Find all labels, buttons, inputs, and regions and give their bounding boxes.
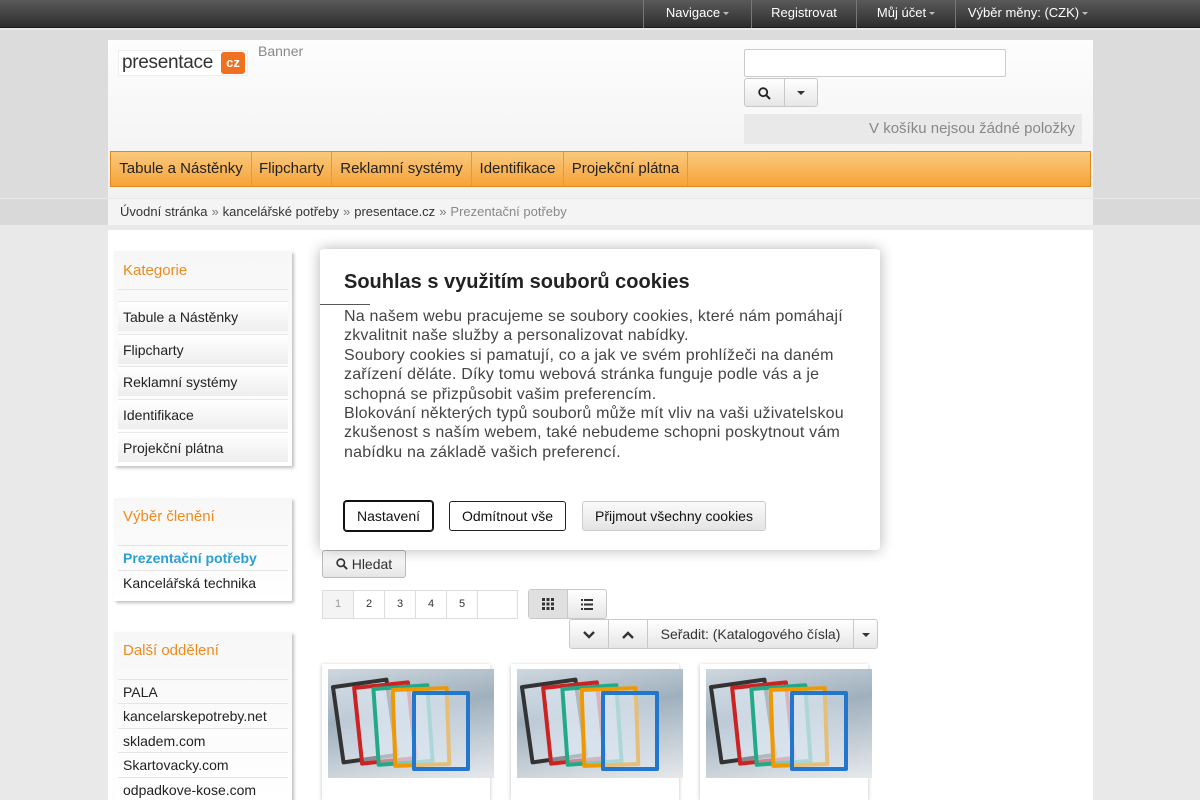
top-bar: Navigace Registrovat Můj účet Výběr měny… <box>0 0 1200 28</box>
list-view-button[interactable] <box>568 590 606 618</box>
navigation-menu[interactable]: Navigace <box>643 0 751 28</box>
category-item[interactable]: Identifikace <box>118 399 288 429</box>
other-departments-panel: Další oddělení PALA kancelarskepotreby.n… <box>114 632 292 800</box>
category-item[interactable]: Flipcharty <box>118 334 288 364</box>
nav-item-flipcharty[interactable]: Flipcharty <box>252 152 332 186</box>
selection-item-active[interactable]: Prezentační potřeby <box>118 545 288 569</box>
breadcrumb-separator: » <box>439 204 447 219</box>
product-card[interactable] <box>322 664 494 800</box>
sort-ascending-button[interactable] <box>609 620 648 648</box>
cookie-reject-button[interactable]: Odmítnout vše <box>449 501 566 531</box>
search-icon <box>758 87 771 100</box>
frame-shape <box>790 691 848 771</box>
search-products-label: Hledat <box>351 556 393 572</box>
product-image <box>706 669 872 778</box>
breadcrumb-current: Prezentační potřeby <box>450 204 567 219</box>
nav-item-identifikace[interactable]: Identifikace <box>472 152 564 186</box>
department-link[interactable]: Skartovacky.com <box>118 752 288 776</box>
product-image <box>328 669 494 778</box>
chevron-up-icon <box>622 631 634 640</box>
navigation-label: Navigace <box>665 5 721 20</box>
view-toggle-group <box>528 589 607 619</box>
currency-label: Výběr měny: (CZK) <box>967 5 1080 20</box>
breadcrumb-home[interactable]: Úvodní stránka <box>120 204 207 219</box>
page-link[interactable]: 2 <box>354 591 385 618</box>
category-item[interactable]: Reklamní systémy <box>118 366 288 396</box>
selection-item[interactable]: Kancelářská technika <box>118 570 288 594</box>
breadcrumb-item[interactable]: kancelářské potřeby <box>223 204 339 219</box>
department-link[interactable]: odpadkove-kose.com <box>118 777 288 800</box>
search-options-toggle[interactable] <box>785 79 817 106</box>
search-icon <box>336 558 348 570</box>
selection-panel: Výběr členění Prezentační potřeby Kancel… <box>114 498 292 601</box>
title-underline <box>320 304 370 305</box>
account-label: Můj účet <box>876 5 927 20</box>
chevron-down-icon <box>861 633 870 638</box>
department-link[interactable]: kancelarskepotreby.net <box>118 703 288 727</box>
breadcrumb-separator: » <box>211 204 219 219</box>
pagination: 1 2 3 4 5 <box>322 590 518 619</box>
page-link[interactable]: 5 <box>447 591 478 618</box>
nav-item-tabule[interactable]: Tabule a Nástěnky <box>111 152 252 186</box>
category-item[interactable]: Projekční plátna <box>118 432 288 462</box>
cart-summary[interactable]: V košíku nejsou žádné položky <box>744 114 1082 144</box>
cookie-settings-button[interactable]: Nastavení <box>344 501 433 531</box>
cookie-consent-dialog: Souhlas s využitím souborů cookies Na na… <box>320 249 880 550</box>
department-link[interactable]: PALA <box>118 679 288 703</box>
cookie-accept-button[interactable]: Přijmout všechny cookies <box>582 501 766 531</box>
banner: Banner <box>258 43 304 59</box>
department-link[interactable]: skladem.com <box>118 728 288 752</box>
category-item[interactable]: Tabule a Nástěnky <box>118 301 288 331</box>
main-navigation: Tabule a Nástěnky Flipcharty Reklamní sy… <box>110 151 1091 187</box>
logo[interactable]: presentace cz <box>118 50 248 76</box>
currency-menu[interactable]: Výběr měny: (CZK) <box>955 0 1100 28</box>
breadcrumb-item[interactable]: presentace.cz <box>354 204 435 219</box>
register-label: Registrovat <box>771 5 837 20</box>
grid-view-button[interactable] <box>529 590 568 618</box>
search-input[interactable] <box>744 49 1006 77</box>
logo-mark: cz <box>221 52 245 74</box>
search-products-button[interactable]: Hledat <box>322 550 406 578</box>
selection-title: Výběr členění <box>123 508 215 525</box>
frame-shape <box>601 691 659 771</box>
chevron-down-icon <box>797 91 805 96</box>
breadcrumb-separator: » <box>343 204 351 219</box>
nav-item-projekcni[interactable]: Projekční plátna <box>564 152 688 186</box>
cookie-text: Na našem webu pracujeme se soubory cooki… <box>344 308 843 345</box>
page-current: 1 <box>323 591 354 618</box>
product-card[interactable] <box>700 664 872 800</box>
register-link[interactable]: Registrovat <box>751 0 856 28</box>
list-icon <box>581 599 593 610</box>
cookie-text: Blokování některých typů souborů může mí… <box>344 405 844 461</box>
frame-shape <box>412 691 470 771</box>
sort-dropdown-toggle[interactable] <box>854 620 877 648</box>
page-link[interactable]: 3 <box>385 591 416 618</box>
categories-panel: Kategorie Tabule a Nástěnky Flipcharty R… <box>114 251 292 466</box>
chevron-down-icon <box>929 12 936 16</box>
divider <box>118 289 288 290</box>
sort-controls: Seřadit: (Katalogového čísla) <box>569 619 878 649</box>
search-button-group <box>744 78 818 107</box>
grid-icon <box>542 598 554 610</box>
categories-title: Kategorie <box>123 262 188 279</box>
cookie-dialog-title: Souhlas s využitím souborů cookies <box>344 271 690 293</box>
product-card[interactable] <box>511 664 683 800</box>
product-image <box>517 669 683 778</box>
chevron-down-icon <box>1082 12 1089 16</box>
sort-descending-button[interactable] <box>570 620 609 648</box>
search-button[interactable] <box>745 79 785 106</box>
sort-select[interactable]: Seřadit: (Katalogového čísla) <box>648 620 854 648</box>
chevron-down-icon <box>723 12 730 16</box>
chevron-down-icon <box>583 631 595 639</box>
account-menu[interactable]: Můj účet <box>856 0 955 28</box>
page-link[interactable]: 4 <box>416 591 447 618</box>
nav-item-reklamni[interactable]: Reklamní systémy <box>332 152 472 186</box>
other-departments-title: Další oddělení <box>123 642 219 659</box>
cookie-text: Soubory cookies si pamatují, co a jak ve… <box>344 347 834 403</box>
logo-text: presentace <box>122 52 214 73</box>
breadcrumb: Úvodní stránka» kancelářské potřeby» prese… <box>108 199 1093 225</box>
